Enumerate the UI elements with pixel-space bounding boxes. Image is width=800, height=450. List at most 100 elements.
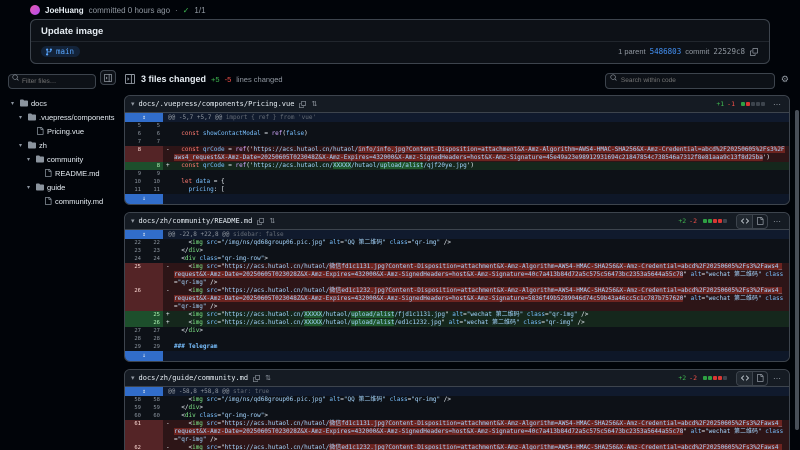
tree-item-community[interactable]: ▾community [8,152,116,166]
collapse-file-chevron-icon[interactable]: ▾ [131,217,135,225]
copy-path-button[interactable] [252,374,261,383]
tree-item-readme-md[interactable]: README.md [8,166,116,180]
commit-author[interactable]: JoeHuang [45,6,84,15]
expand-hunk-button[interactable]: ↕ [125,230,163,239]
new-line-number[interactable]: 25 [144,311,163,319]
new-line-number[interactable]: 11 [144,186,163,194]
old-line-number[interactable]: 7 [125,138,144,146]
copy-path-button[interactable] [298,100,307,109]
old-line-number[interactable]: 5 [125,122,144,130]
expand-hunk-button[interactable]: ↕ [125,113,163,122]
old-line-number[interactable] [125,162,144,170]
old-line-number[interactable]: 11 [125,186,144,194]
tree-item-label: guide [47,183,65,192]
new-line-number[interactable]: 26 [144,319,163,327]
branch-badge[interactable]: main [41,46,80,57]
collapse-file-chevron-icon[interactable]: ▾ [131,100,135,108]
new-line-number[interactable]: 24 [144,255,163,263]
new-line-number[interactable]: 9 [144,170,163,178]
chevron-down-icon[interactable]: ▾ [19,114,25,121]
new-line-number[interactable]: 23 [144,247,163,255]
copy-path-button[interactable] [256,217,265,226]
old-line-number[interactable]: 59 [125,404,144,412]
new-line-number[interactable]: 60 [144,412,163,420]
new-line-number[interactable] [144,444,163,450]
old-line-number[interactable] [125,319,144,327]
total-additions: +5 [211,75,220,84]
chevron-down-icon[interactable]: ▾ [19,142,25,149]
new-line-number[interactable] [144,146,163,162]
old-line-number[interactable]: 27 [125,327,144,335]
new-line-number[interactable]: 27 [144,327,163,335]
new-line-number[interactable]: 8 [144,162,163,170]
old-line-number[interactable]: 61 [125,420,144,444]
new-line-number[interactable]: 6 [144,130,163,138]
new-line-number[interactable]: 58 [144,396,163,404]
old-line-number[interactable]: 28 [125,335,144,343]
copy-commit-hash-button[interactable] [749,47,759,57]
old-line-number[interactable]: 9 [125,170,144,178]
page-scrollbar-thumb[interactable] [795,110,799,430]
code-token: qrCode [203,146,225,153]
chevron-down-icon[interactable]: ▾ [27,156,33,163]
old-line-number[interactable]: 23 [125,247,144,255]
tree-item-zh[interactable]: ▾zh [8,138,116,152]
old-line-number[interactable]: 24 [125,255,144,263]
new-line-number[interactable]: 7 [144,138,163,146]
files-changed-title: 3 files changed [141,74,206,84]
parent-hash-link[interactable]: 5486803 [650,47,682,56]
source-view-button[interactable] [737,372,752,385]
chevron-down-icon[interactable]: ▾ [11,100,17,107]
old-line-number[interactable]: 10 [125,178,144,186]
old-line-number[interactable] [125,311,144,319]
new-line-number[interactable]: 10 [144,178,163,186]
new-line-number[interactable]: 59 [144,404,163,412]
tree-item-community-md[interactable]: community.md [8,194,116,208]
old-line-number[interactable]: 6 [125,130,144,138]
old-line-number[interactable]: 60 [125,412,144,420]
new-line-number[interactable] [144,420,163,444]
code-token: img [192,420,203,427]
old-line-number[interactable]: 25 [125,263,144,287]
unfold-file-icon[interactable]: ⇅ [269,217,275,225]
tree-item-pricing-vue[interactable]: Pricing.vue [8,124,116,138]
filter-files-input[interactable] [8,74,96,89]
file-options-kebab-button[interactable]: ⋯ [771,100,783,109]
expand-down-button[interactable]: ↓ [125,351,163,361]
checks-count[interactable]: 1/1 [194,6,205,15]
new-line-number[interactable]: 5 [144,122,163,130]
file-options-kebab-button[interactable]: ⋯ [771,374,783,383]
file-options-kebab-button[interactable]: ⋯ [771,217,783,226]
old-line-number[interactable]: 62 [125,444,144,450]
old-line-number[interactable]: 58 [125,396,144,404]
old-line-number[interactable]: 29 [125,343,144,351]
toggle-file-tree-button[interactable] [124,73,136,85]
code-token: https://acs.hutaol.cn/hutaol/ [225,287,330,294]
new-line-number[interactable] [144,287,163,311]
chevron-down-icon[interactable]: ▾ [27,184,33,191]
search-within-code-input[interactable] [605,73,775,89]
new-line-number[interactable]: 22 [144,239,163,247]
source-view-button[interactable] [737,215,752,228]
expand-hunk-button[interactable]: ↕ [125,387,163,396]
tree-item--vuepress-components[interactable]: ▾.vuepress/components [8,110,116,124]
rich-view-button[interactable] [752,372,767,385]
new-line-number[interactable]: 29 [144,343,163,351]
expand-down-button[interactable]: ↓ [125,194,163,204]
tree-item-guide[interactable]: ▾ guide [8,180,116,194]
unfold-file-icon[interactable]: ⇅ [311,100,317,108]
avatar[interactable] [30,5,40,15]
collapse-file-chevron-icon[interactable]: ▾ [131,374,135,382]
unfold-file-icon[interactable]: ⇅ [265,374,271,382]
rich-view-button[interactable] [752,215,767,228]
code-token: /> [207,303,218,310]
new-line-number[interactable] [144,263,163,287]
old-line-number[interactable]: 8 [125,146,144,162]
old-line-number[interactable]: 22 [125,239,144,247]
diff-settings-button[interactable]: ⚙ [780,73,790,86]
new-line-number[interactable]: 28 [144,335,163,343]
tree-item-docs[interactable]: ▾docs [8,96,116,110]
collapse-sidebar-button[interactable] [100,70,116,85]
diff-line-context: 6060 <div class="qr-img-row"> [125,412,789,420]
old-line-number[interactable]: 26 [125,287,144,311]
